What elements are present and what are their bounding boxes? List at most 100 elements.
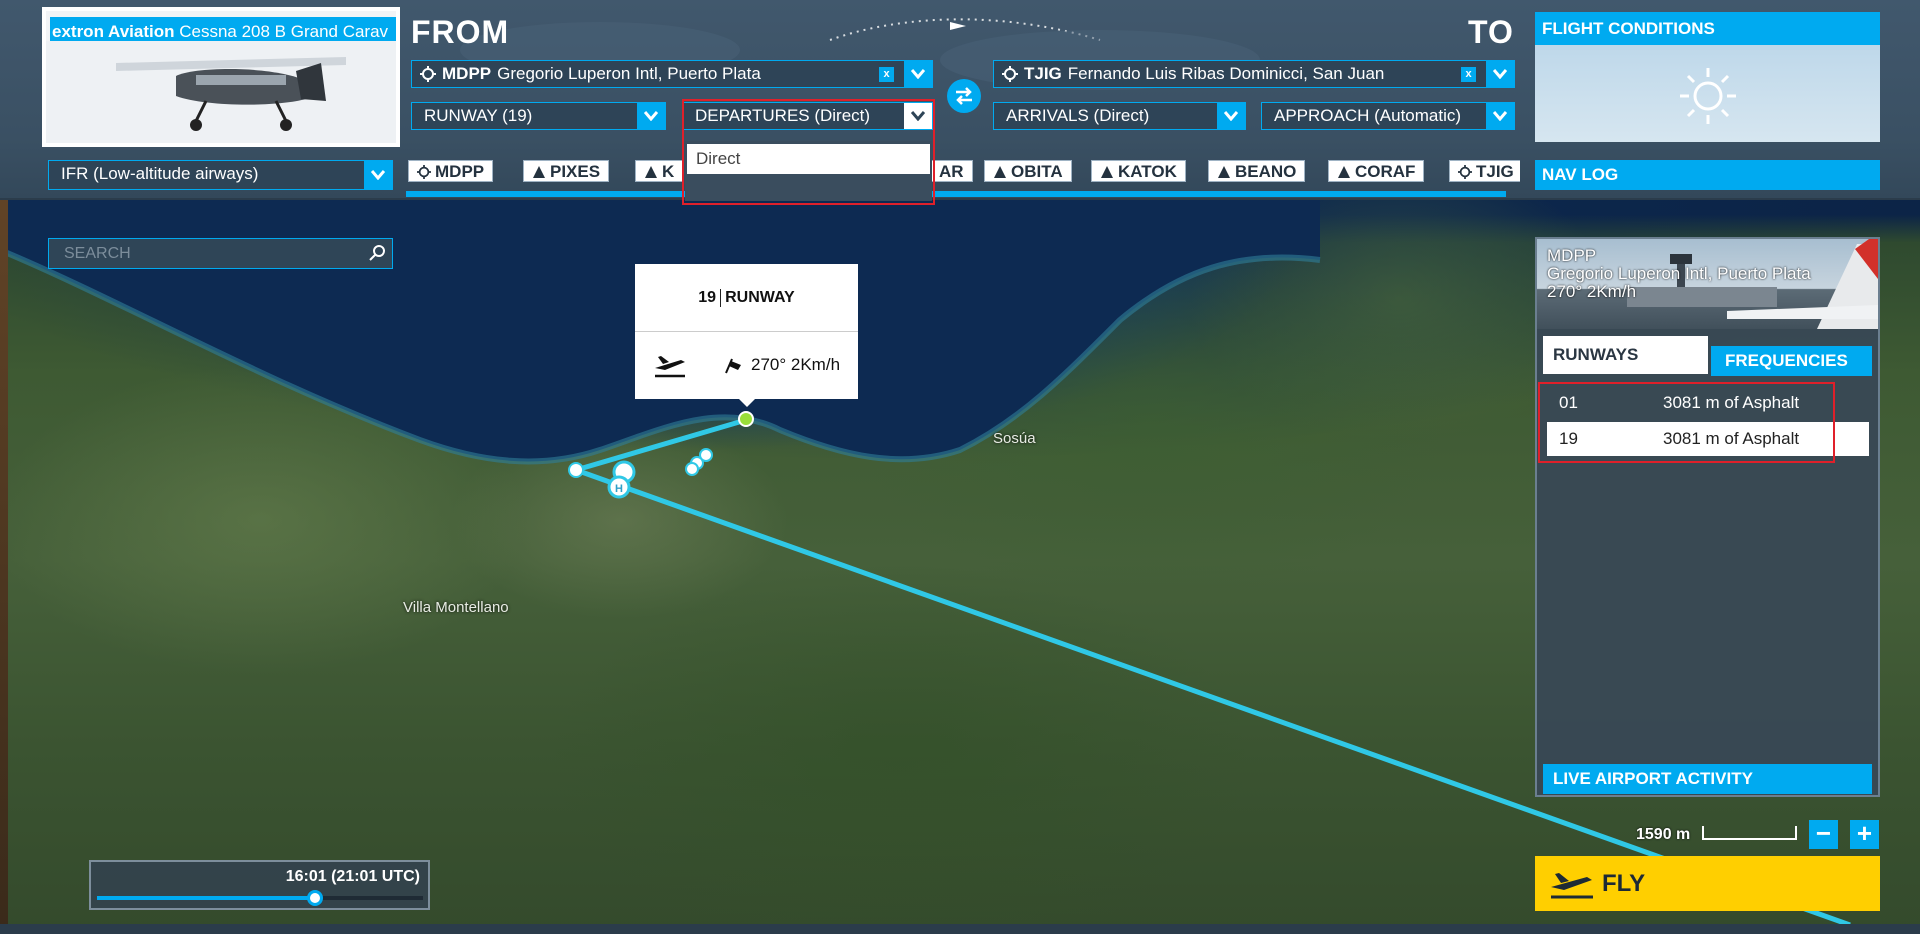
time-slider-track[interactable] — [97, 890, 423, 906]
time-label: 16:01 (21:01 UTC) — [285, 868, 420, 885]
time-slider-fill — [97, 896, 316, 900]
waypoint-beano[interactable]: BEANO — [1208, 160, 1306, 182]
chevron-down-icon[interactable] — [1486, 103, 1514, 129]
windsock-icon — [725, 358, 741, 374]
highlight-box-runways — [1538, 382, 1835, 463]
takeoff-icon — [1551, 873, 1593, 899]
aircraft-model: Cessna 208 B Grand Carav — [179, 22, 389, 41]
flight-type-value: IFR (Low-altitude airways) — [61, 164, 259, 183]
triangle-icon — [533, 166, 545, 178]
waypoint-label: OBITA — [1011, 162, 1063, 181]
parking-marker-icon[interactable] — [685, 462, 699, 476]
flight-type-select[interactable]: IFR (Low-altitude airways) — [48, 160, 393, 190]
takeoff-icon — [655, 356, 685, 378]
waypoint-mdpp[interactable]: MDPP — [408, 160, 494, 182]
map-label-sosua: Sosúa — [993, 430, 1036, 447]
swap-airports-button[interactable] — [947, 79, 981, 113]
route-scroll-indicator[interactable] — [406, 191, 1506, 197]
waypoint-ar[interactable]: AR — [930, 160, 973, 182]
fly-label: FLY — [1602, 870, 1646, 897]
departure-airport-name: Gregorio Luperon Intl, Puerto Plata — [497, 64, 761, 83]
airport-icon — [420, 66, 436, 82]
map-scale-bar — [1702, 826, 1797, 840]
arrival-airport-field[interactable]: TJIG Fernando Luis Ribas Dominicci, San J… — [993, 60, 1515, 88]
airport-photo: MDPP Gregorio Luperon Intl, Puerto Plata… — [1537, 239, 1878, 329]
triangle-icon — [1101, 166, 1113, 178]
parking-marker-icon[interactable] — [699, 448, 713, 462]
tab-frequencies[interactable]: FREQUENCIES — [1711, 346, 1872, 376]
chevron-down-icon[interactable] — [904, 61, 932, 87]
route-node[interactable] — [568, 462, 584, 478]
clear-departure-button[interactable]: x — [879, 67, 894, 82]
clear-arrival-button[interactable]: x — [1461, 67, 1476, 82]
aircraft-selector[interactable]: extron Aviation Cessna 208 B Grand Carav — [42, 7, 400, 147]
from-label: FROM — [411, 14, 510, 50]
chevron-down-icon[interactable] — [1486, 61, 1514, 87]
approach-select[interactable]: APPROACH (Automatic) — [1261, 102, 1515, 130]
waypoint-label: AR — [939, 162, 964, 181]
airport-icon — [1002, 66, 1018, 82]
airport-info-text: MDPP Gregorio Luperon Intl, Puerto Plata… — [1547, 247, 1811, 301]
highlight-box-departures — [682, 99, 935, 205]
waypoint-coraf[interactable]: CORAF — [1328, 160, 1425, 182]
sun-icon — [1680, 68, 1736, 124]
aircraft-manufacturer: extron Aviation — [52, 22, 175, 41]
runway-select[interactable]: RUNWAY (19) — [411, 102, 666, 130]
chevron-down-icon[interactable] — [637, 103, 665, 129]
runway-tooltip-header: 19 RUNWAY — [635, 264, 858, 332]
tab-runways[interactable]: RUNWAYS — [1543, 336, 1708, 374]
route-waypoints-bar[interactable]: MDPP PIXES K AR OBITA KATOK BEANO CORAF … — [406, 159, 1520, 187]
runway-wind: 270° 2Km/h — [751, 355, 841, 374]
departure-airport-field[interactable]: MDPP Gregorio Luperon Intl, Puerto Plata … — [411, 60, 933, 88]
zoom-out-button[interactable]: − — [1809, 820, 1838, 849]
triangle-icon — [1338, 166, 1350, 178]
nav-log-button[interactable]: NAV LOG — [1535, 160, 1880, 190]
bottom-edge — [0, 924, 1920, 934]
search-input[interactable]: SEARCH — [48, 238, 393, 269]
waypoint-label: BEANO — [1235, 162, 1297, 181]
time-of-day-panel[interactable]: 16:01 (21:01 UTC) — [89, 860, 430, 910]
runway-number: 19 — [698, 288, 722, 307]
chevron-down-icon[interactable] — [1217, 103, 1245, 129]
waypoint-label: KATOK — [1118, 162, 1177, 181]
time-slider-handle[interactable] — [307, 890, 324, 906]
arrival-airport-code: TJIG — [1024, 64, 1062, 83]
runway-label: RUNWAY — [725, 288, 795, 306]
flight-conditions-panel[interactable]: FLIGHT CONDITIONS — [1535, 12, 1880, 142]
waypoint-tjig[interactable]: TJIG — [1449, 160, 1520, 182]
departure-airport-code: MDPP — [442, 64, 492, 83]
tooltip-pointer — [739, 399, 755, 407]
waypoint-label: MDPP — [435, 162, 485, 181]
waypoint-k[interactable]: K — [635, 160, 684, 182]
search-icon[interactable] — [368, 244, 386, 262]
map-scale-label: 1590 m — [1636, 826, 1691, 843]
airport-wind: 270° 2Km/h — [1547, 282, 1637, 301]
arrival-procedure-value: ARRIVALS (Direct) — [1006, 106, 1150, 125]
search-placeholder: SEARCH — [64, 245, 131, 262]
chevron-down-icon[interactable] — [364, 161, 392, 189]
waypoint-obita[interactable]: OBITA — [984, 160, 1072, 182]
airport-icon — [417, 165, 431, 179]
flight-conditions-title: FLIGHT CONDITIONS — [1535, 12, 1880, 45]
airport-info-panel[interactable]: MDPP Gregorio Luperon Intl, Puerto Plata… — [1535, 237, 1880, 797]
triangle-icon — [994, 166, 1006, 178]
svg-text:H: H — [615, 483, 623, 495]
zoom-in-button[interactable]: + — [1850, 820, 1879, 849]
waypoint-label: TJIG — [1476, 162, 1514, 181]
runway-select-value: RUNWAY (19) — [424, 106, 533, 125]
runway-start-marker[interactable] — [738, 411, 754, 427]
arrival-airport-name: Fernando Luis Ribas Dominicci, San Juan — [1067, 64, 1385, 83]
swap-icon — [956, 87, 972, 105]
to-label: TO — [1468, 14, 1514, 50]
fly-button[interactable]: FLY — [1535, 856, 1880, 911]
waypoint-label: PIXES — [550, 162, 601, 181]
arrival-procedure-select[interactable]: ARRIVALS (Direct) — [993, 102, 1246, 130]
live-airport-activity-button[interactable]: LIVE AIRPORT ACTIVITY — [1543, 764, 1872, 794]
airport-icon — [1458, 165, 1472, 179]
approach-select-value: APPROACH (Automatic) — [1274, 106, 1462, 125]
runway-tooltip[interactable]: 19 RUNWAY 270° 2Km/h — [635, 264, 858, 407]
waypoint-pixes[interactable]: PIXES — [523, 160, 610, 182]
waypoint-katok[interactable]: KATOK — [1091, 160, 1186, 182]
triangle-icon — [645, 166, 657, 178]
map-label-villa-montellano: Villa Montellano — [403, 599, 509, 616]
